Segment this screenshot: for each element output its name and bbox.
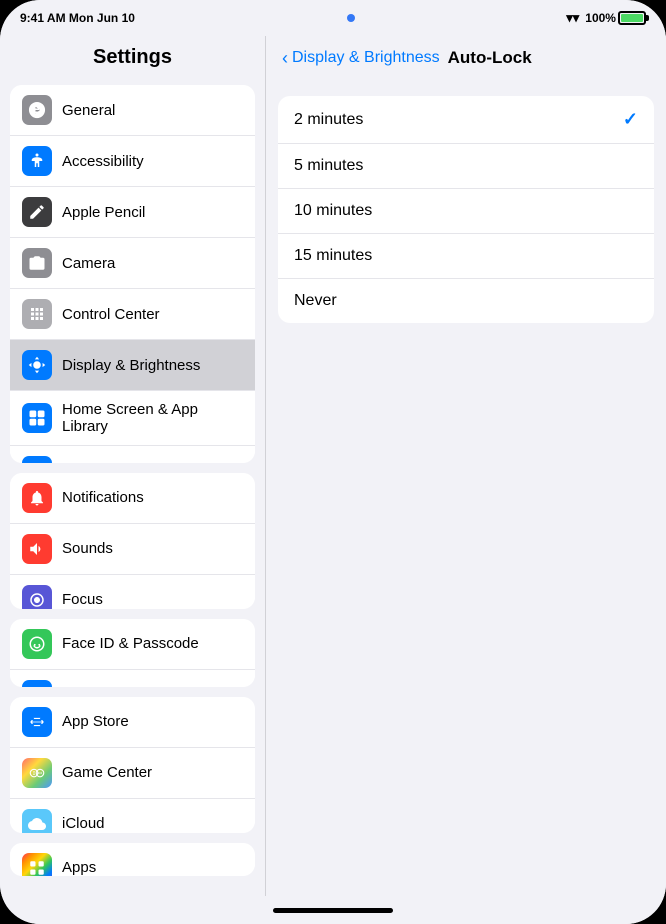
sidebar-item-home-screen[interactable]: Home Screen & App Library: [10, 391, 255, 446]
face-id-icon: [22, 629, 52, 659]
wifi-icon: ▾▾: [566, 10, 579, 26]
sidebar-item-display-brightness[interactable]: Display & Brightness: [10, 340, 255, 391]
back-chevron-icon: ‹: [282, 48, 288, 69]
option-never[interactable]: Never: [278, 279, 654, 323]
option-5min[interactable]: 5 minutes: [278, 144, 654, 189]
apple-pencil-icon: [22, 197, 52, 227]
sidebar-item-icloud[interactable]: iCloud: [10, 799, 255, 833]
display-brightness-label: Display & Brightness: [62, 357, 200, 374]
accessibility-label: Accessibility: [62, 153, 144, 170]
device-frame: 9:41 AM Mon Jun 10 ▾▾ 100% Settings: [0, 0, 666, 924]
option-never-label: Never: [294, 292, 337, 310]
battery-percentage: 100%: [585, 11, 616, 25]
home-bar: [273, 908, 393, 913]
game-center-label: Game Center: [62, 764, 152, 781]
sidebar-group-4: App Store Game Center iCloud: [10, 697, 255, 833]
apps-icon: [22, 853, 52, 877]
home-screen-label: Home Screen & App Library: [62, 401, 243, 435]
sidebar-item-app-store[interactable]: App Store: [10, 697, 255, 748]
main-layout: Settings General Accessibility: [0, 36, 666, 896]
icloud-label: iCloud: [62, 815, 105, 832]
face-id-label: Face ID & Passcode: [62, 635, 199, 652]
back-label: Display & Brightness: [292, 49, 440, 67]
sidebar-item-privacy[interactable]: Privacy & Security: [10, 670, 255, 687]
home-screen-icon: [22, 403, 52, 433]
sidebar-item-focus[interactable]: Focus: [10, 575, 255, 609]
display-brightness-icon: [22, 350, 52, 380]
option-2min[interactable]: 2 minutes ✓: [278, 96, 654, 144]
sidebar-item-sounds[interactable]: Sounds: [10, 524, 255, 575]
sidebar-item-game-center[interactable]: Game Center: [10, 748, 255, 799]
accessibility-icon: [22, 146, 52, 176]
detail-title: Auto-Lock: [448, 48, 532, 68]
detail-content: 2 minutes ✓ 5 minutes 10 minutes 15 minu…: [266, 80, 666, 896]
sidebar-item-camera[interactable]: Camera: [10, 238, 255, 289]
icloud-icon: [22, 809, 52, 833]
multitasking-icon: [22, 456, 52, 463]
option-15min[interactable]: 15 minutes: [278, 234, 654, 279]
sidebar-item-general[interactable]: General: [10, 85, 255, 136]
detail-panel: ‹ Display & Brightness Auto-Lock 2 minut…: [265, 36, 666, 896]
notifications-label: Notifications: [62, 489, 144, 506]
apple-pencil-label: Apple Pencil: [62, 204, 145, 221]
option-5min-label: 5 minutes: [294, 157, 363, 175]
sidebar-item-apps[interactable]: Apps: [10, 843, 255, 877]
sidebar-group-3: Face ID & Passcode Privacy & Security: [10, 619, 255, 687]
control-center-icon: [22, 299, 52, 329]
notifications-icon: [22, 483, 52, 513]
option-10min-label: 10 minutes: [294, 202, 372, 220]
battery-body: [618, 11, 646, 25]
sidebar-item-accessibility[interactable]: Accessibility: [10, 136, 255, 187]
general-label: General: [62, 102, 115, 119]
app-store-label: App Store: [62, 713, 129, 730]
sidebar-group-1: General Accessibility Apple Pencil: [10, 85, 255, 463]
option-10min[interactable]: 10 minutes: [278, 189, 654, 234]
sidebar: Settings General Accessibility: [0, 36, 265, 896]
battery-indicator: 100%: [585, 11, 646, 25]
sidebar-item-control-center[interactable]: Control Center: [10, 289, 255, 340]
camera-indicator: [347, 14, 355, 22]
game-center-icon: [22, 758, 52, 788]
sidebar-title: Settings: [0, 36, 265, 85]
focus-icon: [22, 585, 52, 609]
apps-label: Apps: [62, 859, 96, 876]
general-icon: [22, 95, 52, 125]
sidebar-group-5: Apps: [10, 843, 255, 877]
option-15min-label: 15 minutes: [294, 247, 372, 265]
sidebar-item-apple-pencil[interactable]: Apple Pencil: [10, 187, 255, 238]
detail-header: ‹ Display & Brightness Auto-Lock: [266, 36, 666, 80]
battery-fill: [621, 14, 643, 22]
app-store-icon: [22, 707, 52, 737]
sidebar-group-2: Notifications Sounds Focus: [10, 473, 255, 609]
status-indicators: ▾▾ 100%: [566, 10, 646, 26]
sidebar-item-notifications[interactable]: Notifications: [10, 473, 255, 524]
sounds-label: Sounds: [62, 540, 113, 557]
focus-label: Focus: [62, 591, 103, 608]
sounds-icon: [22, 534, 52, 564]
camera-icon: [22, 248, 52, 278]
camera-label: Camera: [62, 255, 115, 272]
option-2min-label: 2 minutes: [294, 111, 363, 129]
option-2min-checkmark: ✓: [623, 109, 638, 130]
status-time: 9:41 AM Mon Jun 10: [20, 11, 135, 25]
sidebar-item-multitasking[interactable]: Multitasking & Gestures: [10, 446, 255, 463]
home-indicator: [0, 896, 666, 924]
back-button[interactable]: ‹ Display & Brightness: [282, 48, 440, 69]
sidebar-item-face-id[interactable]: Face ID & Passcode: [10, 619, 255, 670]
privacy-icon: [22, 680, 52, 687]
auto-lock-options: 2 minutes ✓ 5 minutes 10 minutes 15 minu…: [278, 96, 654, 323]
control-center-label: Control Center: [62, 306, 160, 323]
status-bar: 9:41 AM Mon Jun 10 ▾▾ 100%: [0, 0, 666, 36]
